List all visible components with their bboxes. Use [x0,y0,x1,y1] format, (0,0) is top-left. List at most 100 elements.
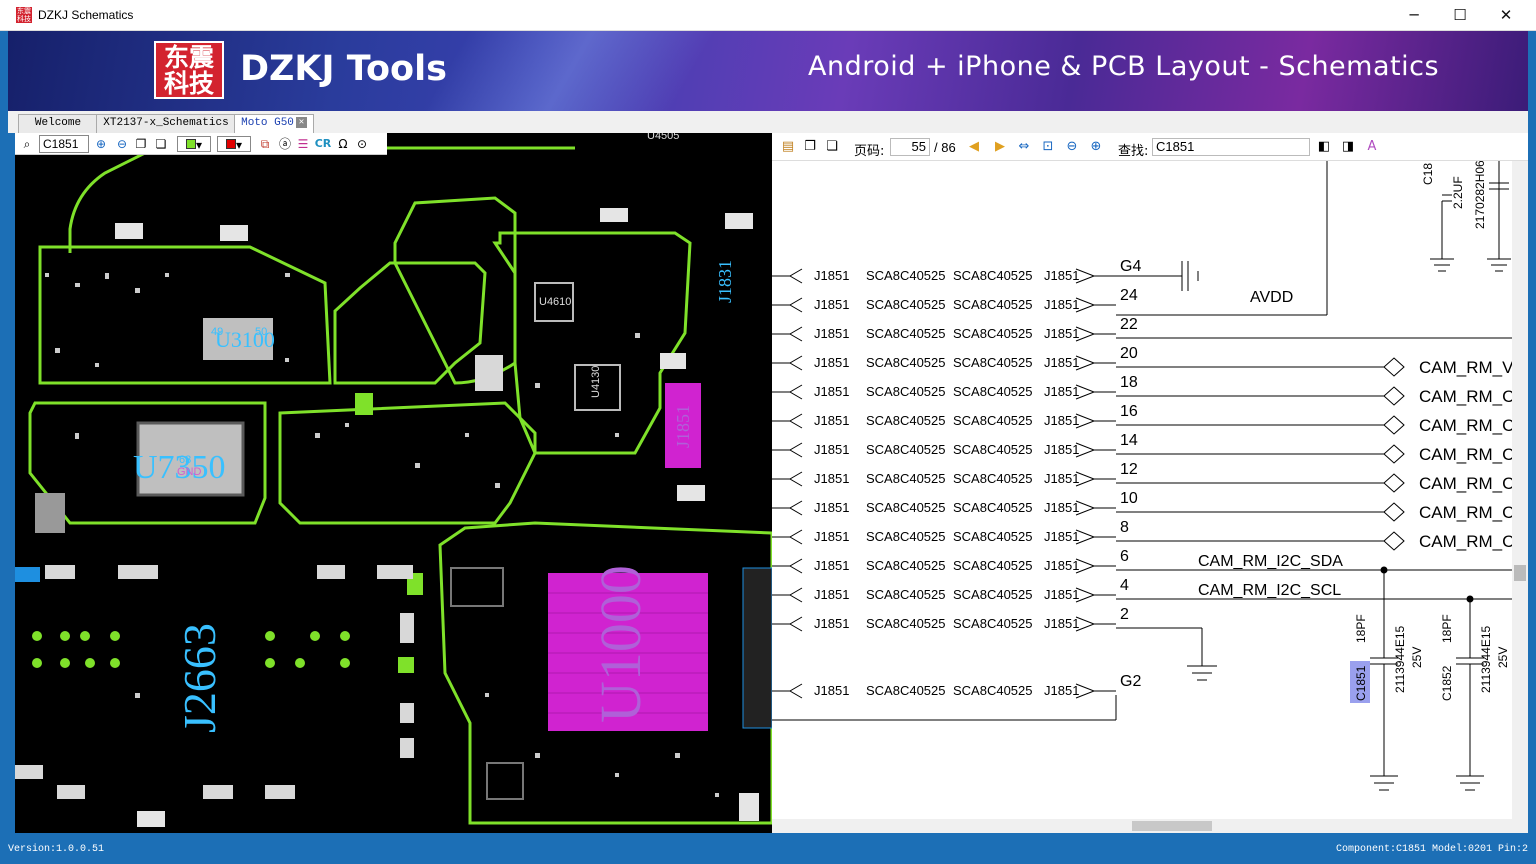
cap-part-number: 2113944E15 [1393,625,1407,693]
tab-close-icon[interactable]: ✕ [295,116,307,128]
connector-ref-right: J1851 [1044,558,1079,573]
part-number-left: SCA8C40525 [866,413,946,428]
find-prev-icon[interactable]: ◧ [1316,139,1332,155]
net-port-diamond [1383,386,1405,406]
prev-page-icon[interactable]: ◀ [966,139,982,155]
horizontal-scrollbar[interactable] [772,819,1528,833]
part-number-right: SCA8C40525 [953,355,1033,370]
net-port-diamond [1383,502,1405,522]
find-next-icon[interactable]: ◨ [1340,139,1356,155]
copy-icon[interactable]: ❐ [133,136,149,152]
text-icon[interactable]: ⓐ [277,136,293,152]
reset-icon[interactable]: ⊙ [354,136,370,152]
net-port-diamond [1383,531,1405,551]
tab-schematics[interactable]: XT2137-x_Schematics [96,114,236,133]
part-number-right: SCA8C40525 [953,587,1033,602]
connector-ref-left: J1851 [814,355,849,370]
zoom-out-icon[interactable]: ⊖ [114,136,130,152]
part-number-right: SCA8C40525 [953,616,1033,631]
print-icon[interactable]: ❐ [802,139,818,155]
export-icon[interactable]: ❏ [824,139,840,155]
connector-ref-right: J1851 [1044,683,1079,698]
minimize-button[interactable]: ─ [1391,0,1437,31]
connector-arrow-left [789,442,803,458]
cam-net-label: CAM_RM_C [1419,445,1514,464]
part-number-right: SCA8C40525 [953,500,1033,515]
page-total: / 86 [934,140,956,155]
connector-ref-right: J1851 [1044,268,1079,283]
part-number-left: SCA8C40525 [866,355,946,370]
top-cap-ref: C18 [1421,163,1435,185]
part-number-left: SCA8C40525 [866,683,946,698]
zoom-in-icon[interactable]: ⊕ [1088,139,1104,155]
fit-page-icon[interactable]: ⊡ [1040,139,1056,155]
cap-voltage: 25V [1496,647,1510,668]
pcb-layout-view[interactable]: U7350 U3100 J2663 J1831 U1000 J1851 63 GN… [15,133,772,833]
cap-part-number: 2113944E15 [1479,625,1493,693]
brand-logo: 东震 科技 [154,41,224,99]
list-icon[interactable]: ☰ [295,136,311,152]
paste-icon[interactable]: ❏ [153,136,169,152]
fit-width-icon[interactable]: ⇔ [1016,139,1032,155]
open-icon[interactable]: ▤ [780,139,796,155]
find-input[interactable]: C1851 [1152,138,1310,156]
svg-text:50: 50 [255,326,267,338]
connector-ref-right: J1851 [1044,384,1079,399]
zoom-out-icon[interactable]: ⊖ [1064,139,1080,155]
close-button[interactable]: ✕ [1483,0,1529,31]
highlight-color-select[interactable]: ▾ [217,136,251,152]
connector-arrow-left [789,587,803,603]
top-cap-value: 2.2UF [1451,176,1465,209]
zoom-in-icon[interactable]: ⊕ [93,136,109,152]
vertical-scroll-thumb[interactable] [1514,565,1526,581]
find-label: 查找: [1118,144,1149,159]
vertical-scrollbar[interactable] [1512,161,1528,821]
layers-icon[interactable]: ⧉ [257,136,273,152]
search-icon[interactable]: ⌕ [19,136,35,152]
part-number-right: SCA8C40525 [953,268,1033,283]
part-number-right: SCA8C40525 [953,297,1033,312]
pin-number: 10 [1120,490,1138,507]
horizontal-scroll-thumb[interactable] [1132,821,1212,831]
pcb-search-input[interactable]: C1851 [39,135,89,153]
pin-number: G2 [1120,673,1141,690]
connector-ref-left: J1851 [814,683,849,698]
connector-ref-right: J1851 [1044,413,1079,428]
i2c-net-label: CAM_RM_I2C_SCL [1198,582,1341,599]
next-page-icon[interactable]: ▶ [992,139,1008,155]
schematic-viewer[interactable]: ▤ ❐ ❏ 页码: 55 / 86 ◀ ▶ ⇔ ⊡ ⊖ ⊕ 查找: C1851 … [772,133,1528,833]
resistance-icon[interactable]: Ω [335,136,351,152]
pin-number: 2 [1120,606,1129,623]
net-port-diamond [1383,357,1405,377]
pin-number: 20 [1120,345,1138,362]
part-number-left: SCA8C40525 [866,471,946,486]
cap-voltage: 25V [1410,647,1424,668]
connector-ref-left: J1851 [814,500,849,515]
part-number-right: SCA8C40525 [953,442,1033,457]
tab-moto-label: Moto G50 [241,117,294,129]
text-size-icon[interactable]: A [1364,139,1380,155]
cr-icon[interactable]: CR [313,136,333,152]
layer-color-select[interactable]: ▾ [177,136,211,152]
svg-text:U4130: U4130 [590,366,602,398]
page-number-input[interactable]: 55 [890,138,930,156]
connector-ref-left: J1851 [814,529,849,544]
connector-ref-left: J1851 [814,471,849,486]
tab-moto-g50[interactable]: Moto G50 ✕ [234,114,314,133]
part-number-left: SCA8C40525 [866,529,946,544]
pin-number: 16 [1120,403,1138,420]
cam-net-label: CAM_RM_C [1419,416,1514,435]
connector-ref-left: J1851 [814,326,849,341]
maximize-button[interactable]: ☐ [1437,0,1483,31]
connector-ref-left: J1851 [814,384,849,399]
part-number-left: SCA8C40525 [866,587,946,602]
net-port-diamond [1383,444,1405,464]
connector-ref-left: J1851 [814,442,849,457]
connector-arrow-left [789,297,803,313]
cam-net-label: CAM_RM_C [1419,474,1514,493]
tab-welcome[interactable]: Welcome [18,114,98,133]
pin-number: 24 [1120,287,1138,304]
pin-number: 12 [1120,461,1138,478]
status-bar: Version:1.0.0.51 Component:C1851 Model:0… [0,842,1536,864]
connector-arrow-left [789,268,803,284]
